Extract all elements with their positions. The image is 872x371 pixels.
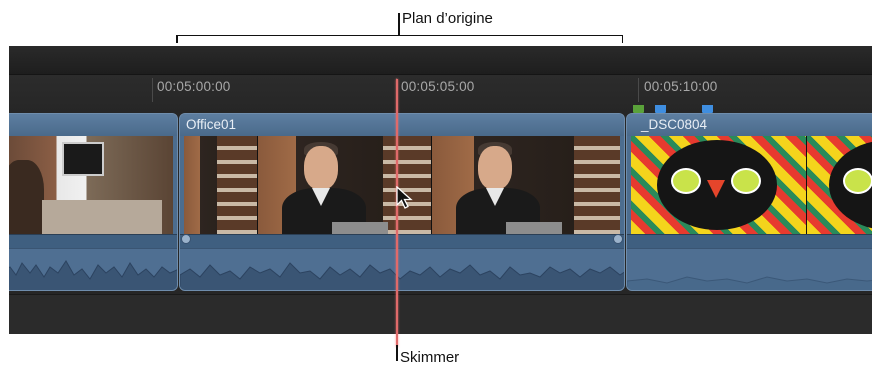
timeline-clip-dsc0804[interactable]: _DSC0804 <box>626 113 872 291</box>
clip-name: Office01 <box>186 117 237 132</box>
skimmer-playhead[interactable] <box>396 79 398 347</box>
clip-name: _DSC0804 <box>641 117 708 132</box>
timeline[interactable]: 00:05:00:00 00:05:05:00 00:05:10:00 Offi… <box>9 46 872 334</box>
clip-filmstrip <box>631 136 872 234</box>
audio-waveform <box>180 248 624 290</box>
clip-title-bar: _DSC0804 <box>627 114 872 136</box>
ruler-tick <box>638 78 639 102</box>
clip-end-handle[interactable] <box>613 234 623 244</box>
skimmer-callout-leader <box>396 345 398 361</box>
waveform-graphic <box>180 262 624 290</box>
clip-title-bar <box>9 114 177 136</box>
original-clip-callout-leader <box>398 13 400 35</box>
video-thumbnail <box>9 136 173 234</box>
audio-waveform <box>627 248 872 290</box>
clip-filmstrip <box>9 136 173 234</box>
waveform-graphic <box>9 260 177 290</box>
audio-waveform <box>9 248 177 290</box>
original-clip-callout-label: Plan d’origine <box>402 10 493 27</box>
empty-timeline-lane[interactable] <box>9 294 872 334</box>
timeline-header <box>9 46 872 75</box>
clip-filmstrip <box>184 136 620 234</box>
ruler-timecode: 00:05:10:00 <box>644 79 718 94</box>
clip-title-bar: Office01 <box>180 114 624 136</box>
original-clip-bracket <box>176 35 623 43</box>
video-thumbnail <box>631 136 807 234</box>
arrow-pointer-icon <box>396 186 413 209</box>
clip-start-handle[interactable] <box>181 234 191 244</box>
timeline-ruler[interactable]: 00:05:00:00 00:05:05:00 00:05:10:00 <box>9 75 872 113</box>
ruler-timecode: 00:05:00:00 <box>157 79 231 94</box>
ruler-tick <box>152 78 153 102</box>
video-thumbnail <box>258 136 432 234</box>
video-thumbnail <box>807 136 872 234</box>
video-thumbnail <box>184 136 258 234</box>
video-thumbnail <box>432 136 620 234</box>
waveform-graphic <box>627 276 872 290</box>
skimmer-callout-label: Skimmer <box>400 349 460 366</box>
ruler-timecode: 00:05:05:00 <box>401 79 475 94</box>
timeline-clip[interactable] <box>9 113 178 291</box>
